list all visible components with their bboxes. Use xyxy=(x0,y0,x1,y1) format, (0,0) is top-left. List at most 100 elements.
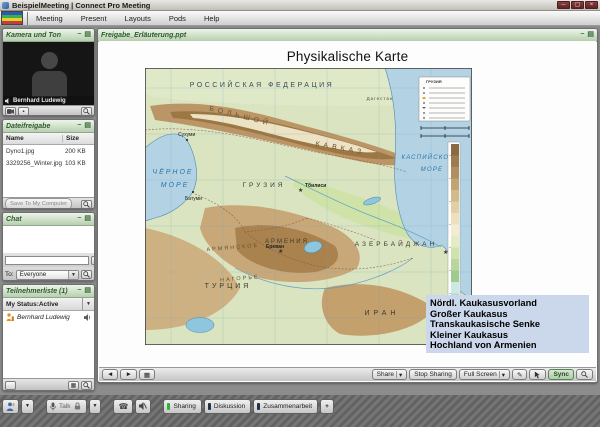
slide-thumbnails-button[interactable]: ▦ xyxy=(139,369,155,380)
pod-resize-button[interactable] xyxy=(576,369,593,380)
pod-menu-icon[interactable]: ▤ xyxy=(84,121,91,131)
table-row[interactable]: Dyno1.jpg 200 KB xyxy=(3,145,94,157)
table-row[interactable]: 3329256_Winter.jpg 103 KB xyxy=(3,157,94,169)
file-size: 103 KB xyxy=(62,160,86,167)
taskbar: ▼ Talk ▼ ☎ Sharing Diskussion Zusammenar… xyxy=(2,398,334,414)
pod-menu-icon[interactable]: ▤ xyxy=(587,30,594,40)
chevron-down-icon[interactable]: ▼ xyxy=(68,271,78,279)
talk-options-button[interactable]: ▼ xyxy=(89,399,102,414)
camera-pod: Kamera und Ton −▤ Bernhard Ludewig ▪ xyxy=(2,28,95,116)
pod-resize-button[interactable] xyxy=(81,381,92,390)
avatar xyxy=(41,52,58,69)
pod-minimize-icon[interactable]: − xyxy=(77,121,81,131)
map-label-turkey: ТУРЦИЯ xyxy=(205,283,252,290)
city-marker-tbilisi: ★ xyxy=(298,187,303,194)
attendee-action-button[interactable] xyxy=(5,381,16,390)
map-label-georgia: ГРУЗИЯ xyxy=(243,182,286,189)
pod-resize-button[interactable] xyxy=(81,270,92,279)
map-label-armenia: АРМЕНИЯ xyxy=(265,239,309,245)
minimize-icon[interactable]: ─ xyxy=(557,1,570,9)
chat-pod-header[interactable]: Chat −▤ xyxy=(3,213,94,226)
pod-menu-icon[interactable]: ▤ xyxy=(84,214,91,224)
camera-pause-button[interactable]: ▪ xyxy=(18,107,29,116)
fileshare-pod: Dateifreigabe −▤ Name Size Dyno1.jpg 200… xyxy=(2,119,95,209)
my-status-value: My Status:Active xyxy=(6,301,58,308)
maximize-icon[interactable]: ▢ xyxy=(571,1,584,9)
talk-button[interactable]: Talk xyxy=(46,399,87,414)
magnifier-icon xyxy=(83,271,90,278)
video-participant-name: Bernhard Ludewig xyxy=(13,98,66,104)
file-table-header: Name Size xyxy=(3,133,94,145)
status-options-button[interactable]: ▼ xyxy=(21,399,34,414)
camera-start-button[interactable] xyxy=(5,107,16,116)
tab-zusammenarbeit[interactable]: Zusammenarbeit xyxy=(253,399,318,414)
avatar xyxy=(32,71,67,97)
menu-pods[interactable]: Pods xyxy=(167,13,188,24)
app-icon xyxy=(2,2,9,9)
menu-present[interactable]: Present xyxy=(79,13,109,24)
chevron-down-icon[interactable]: ▼ xyxy=(82,298,94,310)
tab-diskussion[interactable]: Diskussion xyxy=(204,399,251,414)
chat-to-label: To: xyxy=(5,271,14,278)
magnifier-icon xyxy=(581,371,588,378)
my-status-button[interactable] xyxy=(2,399,19,414)
add-layout-button[interactable]: + xyxy=(320,399,334,414)
fileshare-pod-header[interactable]: Dateifreigabe −▤ xyxy=(3,120,94,133)
file-col-name[interactable]: Name xyxy=(3,135,63,142)
next-slide-button[interactable]: ► xyxy=(120,369,136,380)
tab-label: Sharing xyxy=(173,403,195,410)
close-icon[interactable]: × xyxy=(585,1,598,9)
speaker-mute-button[interactable] xyxy=(135,399,151,414)
map-label-iran: ИРАН xyxy=(365,310,400,317)
camera-icon xyxy=(7,109,14,114)
pod-resize-button[interactable] xyxy=(81,200,92,209)
phone-button[interactable]: ☎ xyxy=(113,399,133,414)
map-label-black-sea-2: МОРЕ xyxy=(161,182,190,189)
fileshare-pod-title: Dateifreigabe xyxy=(6,123,50,130)
pod-menu-icon[interactable]: ▤ xyxy=(84,30,91,40)
menu-help[interactable]: Help xyxy=(202,13,221,24)
chat-input[interactable] xyxy=(5,256,89,265)
my-status-select[interactable]: My Status:Active ▼ xyxy=(3,298,94,311)
speaker-icon xyxy=(84,314,91,321)
menu-meeting[interactable]: Meeting xyxy=(34,13,65,24)
chat-message-area[interactable] xyxy=(3,226,94,253)
chat-send-button[interactable]: ↵ xyxy=(91,256,95,265)
pod-grid-button[interactable]: ▦ xyxy=(68,381,79,390)
menu-layouts[interactable]: Layouts xyxy=(123,13,153,24)
video-feed: Bernhard Ludewig xyxy=(3,42,94,105)
fullscreen-button[interactable]: Full Screen ▾ xyxy=(459,369,510,380)
city-marker-baku: ★ xyxy=(443,249,448,256)
window-title: BeispielMeeting | Connect Pro Meeting xyxy=(12,1,150,10)
microphone-icon xyxy=(50,402,56,411)
magnifier-icon xyxy=(83,108,90,115)
whiteboard-pen-button[interactable]: ✎ xyxy=(512,369,527,380)
attendees-pod-header[interactable]: Teilnehmerliste (1) −▤ xyxy=(3,285,94,298)
camera-pod-header[interactable]: Kamera und Ton −▤ xyxy=(3,29,94,42)
map-label-azerbaijan: АЗЕРБАЙДЖАН xyxy=(355,239,437,248)
sync-button[interactable]: Sync xyxy=(548,369,574,380)
prev-slide-button[interactable]: ◄ xyxy=(102,369,118,380)
tab-sharing[interactable]: Sharing xyxy=(163,399,201,414)
pod-minimize-icon[interactable]: − xyxy=(77,214,81,224)
pod-menu-icon[interactable]: ▤ xyxy=(84,286,91,296)
list-item[interactable]: Bernhard Ludewig xyxy=(3,311,94,323)
file-col-size[interactable]: Size xyxy=(63,135,79,142)
chat-recipient-select[interactable]: Everyone ▼ xyxy=(16,270,79,280)
share-button[interactable]: Share ▾ xyxy=(372,369,408,380)
file-size: 200 KB xyxy=(62,148,86,155)
pointer-button[interactable] xyxy=(529,369,546,380)
speaker-icon xyxy=(5,98,11,104)
menubar: Meeting Present Layouts Pods Help xyxy=(0,11,600,26)
pod-minimize-icon[interactable]: − xyxy=(580,30,584,40)
legend-title: ГРУЗИЯ xyxy=(426,79,442,84)
pod-minimize-icon[interactable]: − xyxy=(77,30,81,40)
magnifier-icon xyxy=(83,201,90,208)
save-to-computer-button[interactable]: Save To My Computer xyxy=(5,198,72,209)
camera-pod-title: Kamera und Ton xyxy=(6,32,61,39)
stop-sharing-button[interactable]: Stop Sharing xyxy=(409,369,457,380)
map-label-black-sea-1: ЧЁРНОЕ xyxy=(152,168,193,176)
pod-minimize-icon[interactable]: − xyxy=(77,286,81,296)
pod-resize-button[interactable] xyxy=(81,107,92,116)
connect-pro-window: BeispielMeeting | Connect Pro Meeting ─ … xyxy=(0,0,600,427)
